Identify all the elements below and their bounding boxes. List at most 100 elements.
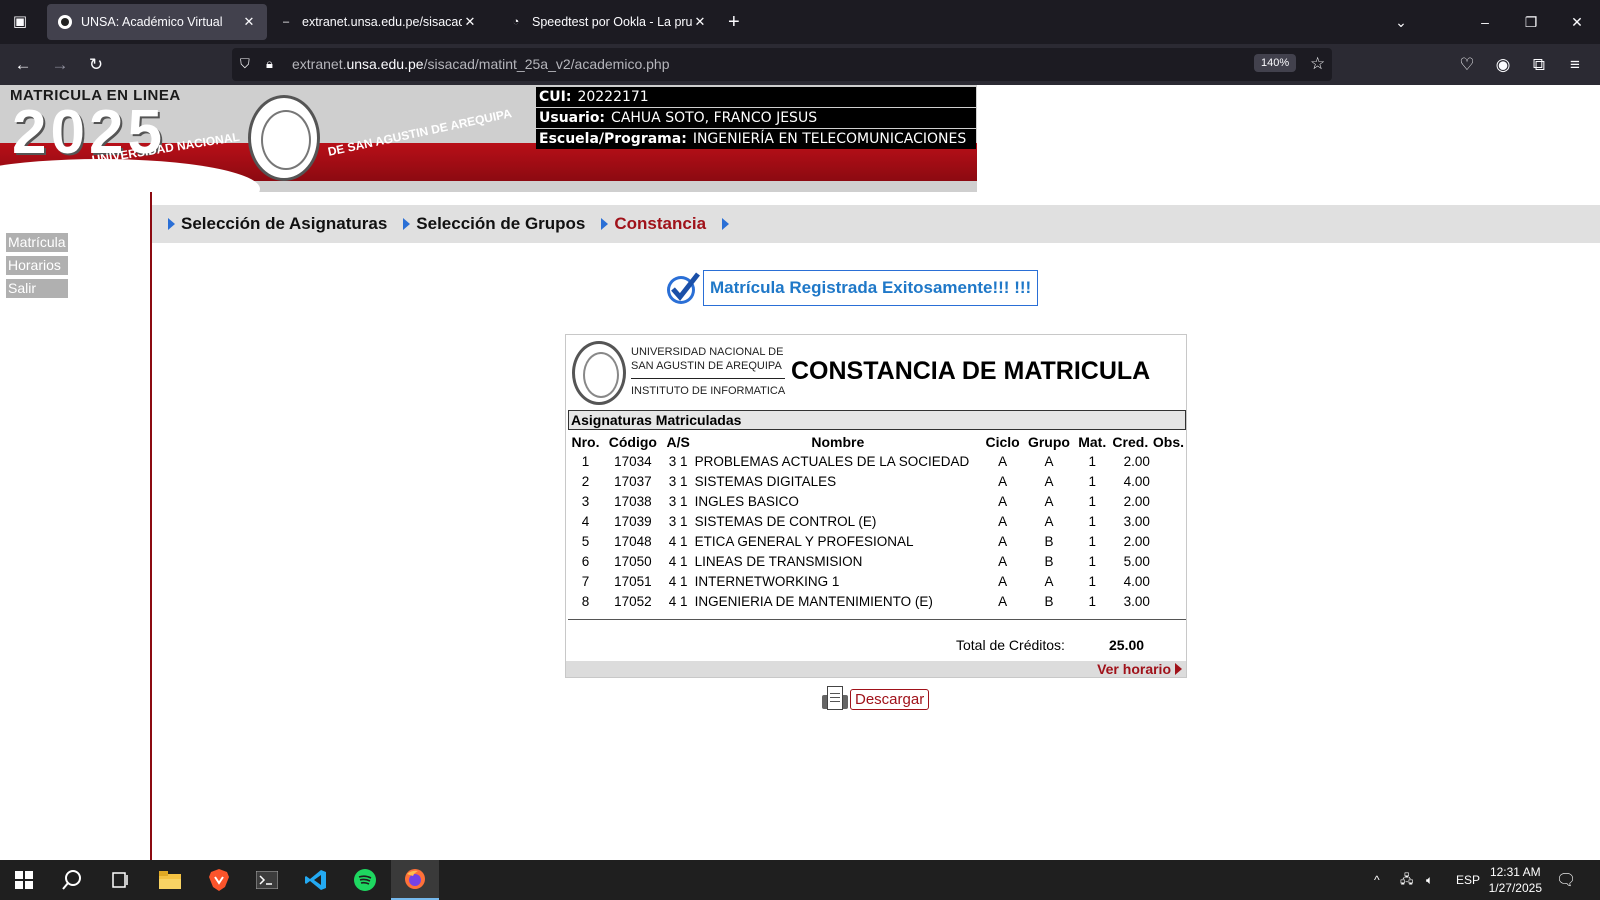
tab-list-icon[interactable]: ▣	[8, 10, 32, 34]
cell-ciclo: A	[998, 453, 1008, 469]
tab-title: extranet.unsa.edu.pe/sisacad/m	[302, 15, 462, 29]
download-button[interactable]: Descargar	[850, 688, 930, 710]
university-line1: UNIVERSIDAD NACIONAL DE	[631, 346, 784, 358]
cell-obs	[1151, 551, 1186, 571]
vscode-icon[interactable]	[292, 860, 340, 900]
spotify-icon[interactable]	[341, 860, 389, 900]
close-tab-icon[interactable]: ✕	[241, 14, 257, 30]
account-icon[interactable]: ◉	[1490, 52, 1516, 78]
minimize-icon[interactable]: –	[1462, 0, 1508, 44]
menu-item-grupos[interactable]: Selección de Grupos	[403, 214, 585, 234]
cell-ciclo: A	[998, 513, 1008, 529]
cui-value: 20222171	[577, 89, 649, 105]
browser-tab[interactable]: ◔ Speedtest por Ookla - La prueba ✕	[498, 4, 718, 40]
bookmark-star-icon[interactable]: ☆	[1310, 54, 1325, 74]
url-text[interactable]: extranet.unsa.edu.pe/sisacad/matint_25a_…	[292, 56, 670, 72]
cell-grupo: A	[1044, 473, 1054, 489]
file-explorer-icon[interactable]	[146, 860, 194, 900]
table-row: 6 17050 4 1 LINEAS DE TRANSMISION A B 1 …	[568, 551, 1186, 571]
forward-arrow-icon[interactable]: →	[47, 52, 73, 78]
brave-browser-icon[interactable]	[195, 860, 243, 900]
cell-cred: 2.00	[1123, 453, 1150, 469]
close-tab-icon[interactable]: ✕	[462, 14, 478, 30]
certificate-institute: INSTITUTO DE INFORMATICA	[631, 385, 786, 397]
reload-icon[interactable]: ↻	[83, 52, 109, 78]
cell-grupo: A	[1044, 573, 1054, 589]
cell-obs	[1151, 571, 1186, 591]
terminal-icon[interactable]	[243, 860, 291, 900]
firefox-icon[interactable]	[391, 860, 439, 900]
speedtest-favicon-icon: ◔	[512, 16, 520, 28]
app-menu-icon[interactable]: ≡	[1562, 52, 1588, 78]
ver-horario-label: Ver horario	[1097, 661, 1171, 677]
task-view-icon[interactable]	[96, 860, 144, 900]
schedule-bar: Ver horario	[566, 661, 1186, 677]
cell-nro: 3	[581, 493, 590, 509]
lock-icon[interactable]: 🔒︎	[266, 56, 273, 72]
url-prefix: extranet.	[292, 56, 347, 72]
col-header: Cred.	[1112, 433, 1149, 450]
col-header: Mat.	[1078, 433, 1107, 450]
cell-cred: 3.00	[1123, 513, 1150, 529]
cell-mat: 1	[1088, 573, 1096, 589]
cell-nro: 6	[581, 553, 590, 569]
menu-item-label: Selección de Grupos	[416, 214, 586, 233]
extensions-icon[interactable]: ⧉	[1526, 52, 1552, 78]
volume-icon[interactable]: 🔈︎	[1426, 860, 1433, 900]
table-row: 8 17052 4 1 INGENIERIA DE MANTENIMIENTO …	[568, 591, 1186, 611]
cell-nro: 1	[581, 453, 590, 469]
browser-tab-bar: ▣ UNSA: Académico Virtual ✕ – extranet.u…	[0, 0, 1600, 44]
cell-as: 4 1	[668, 533, 688, 549]
cell-as: 4 1	[668, 553, 688, 569]
printer-icon[interactable]	[821, 685, 849, 713]
ver-horario-link[interactable]: Ver horario	[1097, 661, 1182, 677]
pocket-icon[interactable]: ♡	[1454, 52, 1480, 78]
browser-tab[interactable]: – extranet.unsa.edu.pe/sisacad/m ✕	[268, 4, 488, 40]
notifications-icon[interactable]: 🗨︎	[1556, 860, 1576, 900]
cell-ciclo: A	[998, 553, 1008, 569]
cell-as: 3 1	[668, 513, 688, 529]
network-icon[interactable]: 🖧︎	[1400, 860, 1413, 900]
menu-item-next[interactable]	[722, 218, 735, 230]
cell-codigo: 17037	[614, 473, 652, 489]
col-header: Obs.	[1152, 433, 1185, 450]
menu-item-asignaturas[interactable]: Selección de Asignaturas	[168, 214, 387, 234]
tab-title: Speedtest por Ookla - La prueba	[532, 15, 692, 29]
cell-grupo: A	[1044, 513, 1054, 529]
close-tab-icon[interactable]: ✕	[692, 14, 708, 30]
browser-tab-active[interactable]: UNSA: Académico Virtual ✕	[47, 4, 267, 40]
menu-item-constancia[interactable]: Constancia	[601, 214, 706, 234]
address-bar[interactable]: ⛉ 🔒︎ extranet.unsa.edu.pe/sisacad/matint…	[232, 48, 1332, 81]
side-menu-matricula[interactable]: Matrícula	[6, 233, 68, 252]
cell-nro: 4	[581, 513, 590, 529]
cell-grupo: A	[1044, 453, 1054, 469]
cell-mat: 1	[1088, 473, 1096, 489]
side-menu-salir[interactable]: Salir	[6, 279, 68, 298]
cell-cred: 4.00	[1123, 573, 1150, 589]
close-window-icon[interactable]: ✕	[1554, 0, 1600, 44]
system-clock[interactable]: 12:31 AM 1/27/2025	[1489, 864, 1542, 896]
show-hidden-icons-chevron-icon[interactable]: ^	[1374, 860, 1380, 900]
cell-codigo: 17051	[614, 573, 652, 589]
windows-start-icon[interactable]	[0, 860, 48, 900]
url-path: /sisacad/matint_25a_v2/academico.php	[423, 56, 670, 72]
new-tab-icon[interactable]: +	[728, 10, 740, 34]
zoom-level-badge[interactable]: 140%	[1254, 54, 1297, 72]
tab-overflow-chevron-icon[interactable]: ⌄	[1378, 0, 1424, 44]
url-domain: unsa.edu.pe	[346, 56, 424, 72]
language-indicator[interactable]: ESP	[1456, 860, 1480, 900]
cell-ciclo: A	[998, 593, 1008, 609]
page-content: MATRICULA EN LINEA 2025 UNIVERSIDAD NACI…	[0, 85, 1600, 860]
cell-nro: 7	[581, 573, 590, 589]
cell-grupo: A	[1044, 493, 1054, 509]
certificate-title: CONSTANCIA DE MATRICULA	[791, 357, 1151, 385]
restore-icon[interactable]: ❐	[1508, 0, 1554, 44]
table-row: 7 17051 4 1 INTERNETWORKING 1 A A 1 4.00	[568, 571, 1186, 591]
col-header: Grupo	[1027, 433, 1070, 450]
certificate-seal-logo	[572, 341, 626, 405]
back-arrow-icon[interactable]: ←	[10, 52, 36, 78]
shield-icon[interactable]: ⛉	[240, 56, 250, 72]
side-menu-horarios[interactable]: Horarios	[6, 256, 68, 275]
cell-cred: 4.00	[1123, 473, 1150, 489]
search-icon[interactable]	[48, 860, 96, 900]
